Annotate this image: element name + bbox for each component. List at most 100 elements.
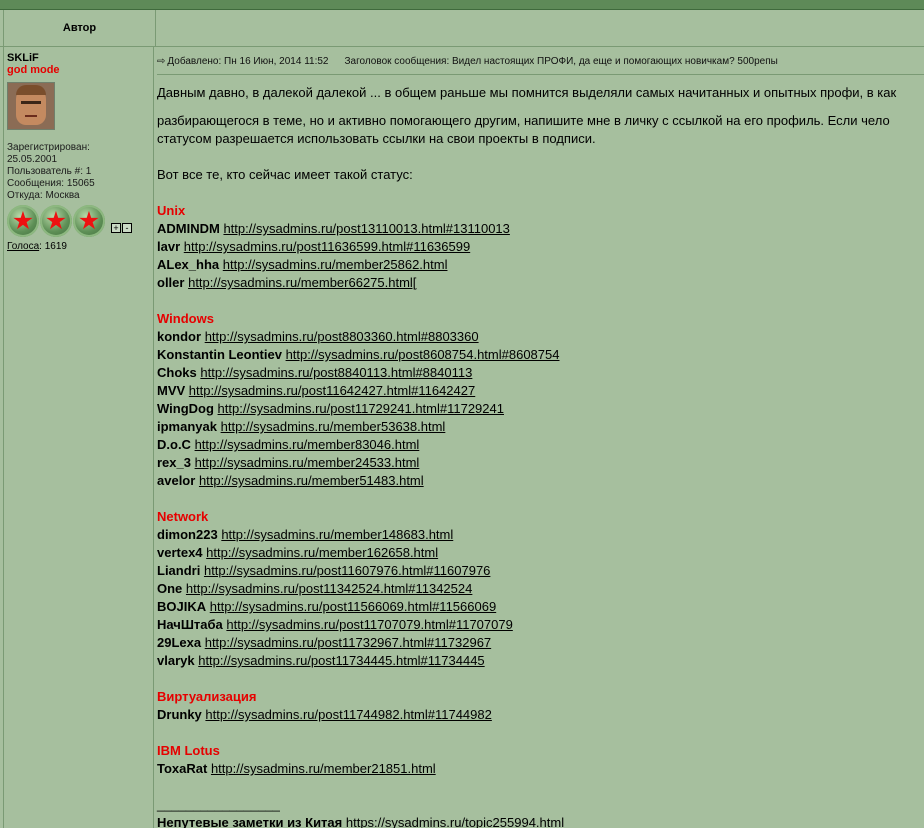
member-nick: vlaryk <box>157 653 195 668</box>
member-link[interactable]: http://sysadmins.ru/post11707079.html#11… <box>226 617 512 632</box>
member-link[interactable]: http://sysadmins.ru/post11732967.html#11… <box>205 635 491 650</box>
signature: Непутевые заметки из Китая https://sysad… <box>157 814 924 828</box>
username[interactable]: SKLiF <box>7 52 153 64</box>
member-nick: Konstantin Leontiev <box>157 347 282 362</box>
intro-line: Вот все те, кто сейчас имеет такой стату… <box>157 167 413 182</box>
list-item: MVV http://sysadmins.ru/post11642427.htm… <box>157 382 924 400</box>
member-nick: D.o.C <box>157 437 191 452</box>
member-link[interactable]: http://sysadmins.ru/post11729241.html#11… <box>218 401 504 416</box>
list-item: One http://sysadmins.ru/post11342524.htm… <box>157 580 924 598</box>
member-link[interactable]: http://sysadmins.ru/post11636599.html#11… <box>184 239 470 254</box>
member-nick: rex_3 <box>157 455 191 470</box>
list-item: Drunky http://sysadmins.ru/post11744982.… <box>157 706 924 724</box>
member-link[interactable]: http://sysadmins.ru/member66275.html[ <box>188 275 416 290</box>
list-item: vlaryk http://sysadmins.ru/post11734445.… <box>157 652 924 670</box>
user-info: Зарегистрирован: 25.05.2001 Пользователь… <box>7 142 153 202</box>
message-column-header <box>156 10 924 46</box>
author-panel: SKLiF god mode Зарегистрирован: 25.05.20… <box>3 47 154 828</box>
post-subject: Заголовок сообщения: Видел настоящих ПРО… <box>344 56 778 67</box>
category-heading: Unix <box>157 203 186 218</box>
list-item: ipmanyak http://sysadmins.ru/member53638… <box>157 418 924 436</box>
signature-line: Непутевые заметки из Китая https://sysad… <box>157 814 924 828</box>
reputation-controls: + - <box>111 223 133 233</box>
member-nick: avelor <box>157 473 196 488</box>
member-link[interactable]: http://sysadmins.ru/member53638.html <box>221 419 446 434</box>
member-nick: ipmanyak <box>157 419 217 434</box>
list-item: kondor http://sysadmins.ru/post8803360.h… <box>157 328 924 346</box>
post-count: Сообщения: 15065 <box>7 178 95 189</box>
intro-line: статусом разрешается использовать ссылки… <box>157 131 596 146</box>
list-item: avelor http://sysadmins.ru/member51483.h… <box>157 472 924 490</box>
member-link[interactable]: http://sysadmins.ru/post11607976.html#11… <box>204 563 490 578</box>
member-link[interactable]: http://sysadmins.ru/member162658.html <box>206 545 438 560</box>
category-heading: Windows <box>157 311 214 326</box>
member-nick: НачШтаба <box>157 617 223 632</box>
post-body: Давным давно, в далекой далекой ... в об… <box>157 75 924 828</box>
minus-icon[interactable]: - <box>122 223 132 233</box>
list-item: lavr http://sysadmins.ru/post11636599.ht… <box>157 238 924 256</box>
list-item: Konstantin Leontiev http://sysadmins.ru/… <box>157 346 924 364</box>
list-item: vertex4 http://sysadmins.ru/member162658… <box>157 544 924 562</box>
member-nick: oller <box>157 275 185 290</box>
member-link[interactable]: http://sysadmins.ru/member24533.html <box>195 455 420 470</box>
member-nick: One <box>157 581 183 596</box>
intro-line: Давным давно, в далекой далекой ... в об… <box>157 85 897 100</box>
top-bar <box>0 0 924 10</box>
post-date: Добавлено: Пн 16 Июн, 2014 11:52 <box>167 56 329 67</box>
avatar <box>7 82 55 130</box>
category-heading: Виртуализация <box>157 689 257 704</box>
post-arrow-icon[interactable]: ⇨ <box>157 53 165 74</box>
member-link[interactable]: http://sysadmins.ru/member21851.html <box>211 761 436 776</box>
star-icon: ★ <box>73 205 105 237</box>
user-rank: god mode <box>7 64 60 76</box>
status-list: Unix ADMINDM http://sysadmins.ru/post1311… <box>157 202 924 778</box>
signature-text: Непутевые заметки из Китая <box>157 815 343 828</box>
member-link[interactable]: http://sysadmins.ru/post11642427.html#11… <box>189 383 475 398</box>
user-location: Откуда: Москва <box>7 190 80 201</box>
post-meta: ⇨ Добавлено: Пн 16 Июн, 2014 11:52 Загол… <box>157 47 924 75</box>
member-link[interactable]: http://sysadmins.ru/member25862.html <box>223 257 448 272</box>
member-nick: BOJIKA <box>157 599 207 614</box>
member-nick: Choks <box>157 365 197 380</box>
category-heading: Network <box>157 509 209 524</box>
member-link[interactable]: http://sysadmins.ru/post8608754.html#860… <box>286 347 560 362</box>
list-item: Choks http://sysadmins.ru/post8840113.ht… <box>157 364 924 382</box>
member-link[interactable]: http://sysadmins.ru/post11342524.html#11… <box>186 581 472 596</box>
member-link[interactable]: http://sysadmins.ru/member51483.html <box>199 473 424 488</box>
category-heading: IBM Lotus <box>157 743 220 758</box>
member-link[interactable]: http://sysadmins.ru/post11734445.html#11… <box>198 653 484 668</box>
member-link[interactable]: http://sysadmins.ru/post8803360.html#880… <box>205 329 479 344</box>
member-nick: 29Lexa <box>157 635 202 650</box>
member-link[interactable]: http://sysadmins.ru/post11566069.html#11… <box>210 599 496 614</box>
member-nick: Drunky <box>157 707 202 722</box>
member-nick: Liandri <box>157 563 201 578</box>
star-icon: ★ <box>40 205 72 237</box>
list-item: WingDog http://sysadmins.ru/post11729241… <box>157 400 924 418</box>
member-link[interactable]: http://sysadmins.ru/post8840113.html#884… <box>200 365 472 380</box>
member-nick: ALex_hha <box>157 257 220 272</box>
member-nick: lavr <box>157 239 181 254</box>
member-link[interactable]: http://sysadmins.ru/member148683.html <box>221 527 453 542</box>
rank-stars: ★ ★ ★ + - <box>7 205 153 237</box>
member-nick: ADMINDM <box>157 221 220 236</box>
member-link[interactable]: http://sysadmins.ru/post11744982.html#11… <box>205 707 491 722</box>
list-item: ADMINDM http://sysadmins.ru/post13110013… <box>157 220 924 238</box>
list-item: ToxaRat http://sysadmins.ru/member21851.… <box>157 760 924 778</box>
list-item: 29Lexa http://sysadmins.ru/post11732967.… <box>157 634 924 652</box>
member-nick: WingDog <box>157 401 214 416</box>
votes-link[interactable]: Голоса <box>7 241 39 252</box>
member-link[interactable]: http://sysadmins.ru/member83046.html <box>195 437 420 452</box>
plus-icon[interactable]: + <box>111 223 121 233</box>
member-link[interactable]: http://sysadmins.ru/post13110013.html#13… <box>223 221 509 236</box>
signature-link[interactable]: https://sysadmins.ru/topic255994.html <box>346 815 564 828</box>
votes: Голоса: 1619 <box>7 241 153 253</box>
list-item: D.o.C http://sysadmins.ru/member83046.ht… <box>157 436 924 454</box>
list-item: dimon223 http://sysadmins.ru/member14868… <box>157 526 924 544</box>
signature-separator: _________________ <box>157 797 280 812</box>
post-content: ⇨ Добавлено: Пн 16 Июн, 2014 11:52 Загол… <box>154 47 924 828</box>
intro-line: разбирающегося в теме, но и активно помо… <box>157 113 890 128</box>
list-item: rex_3 http://sysadmins.ru/member24533.ht… <box>157 454 924 472</box>
table-header-row: Автор <box>0 10 924 47</box>
member-nick: vertex4 <box>157 545 203 560</box>
list-item: oller http://sysadmins.ru/member66275.ht… <box>157 274 924 292</box>
